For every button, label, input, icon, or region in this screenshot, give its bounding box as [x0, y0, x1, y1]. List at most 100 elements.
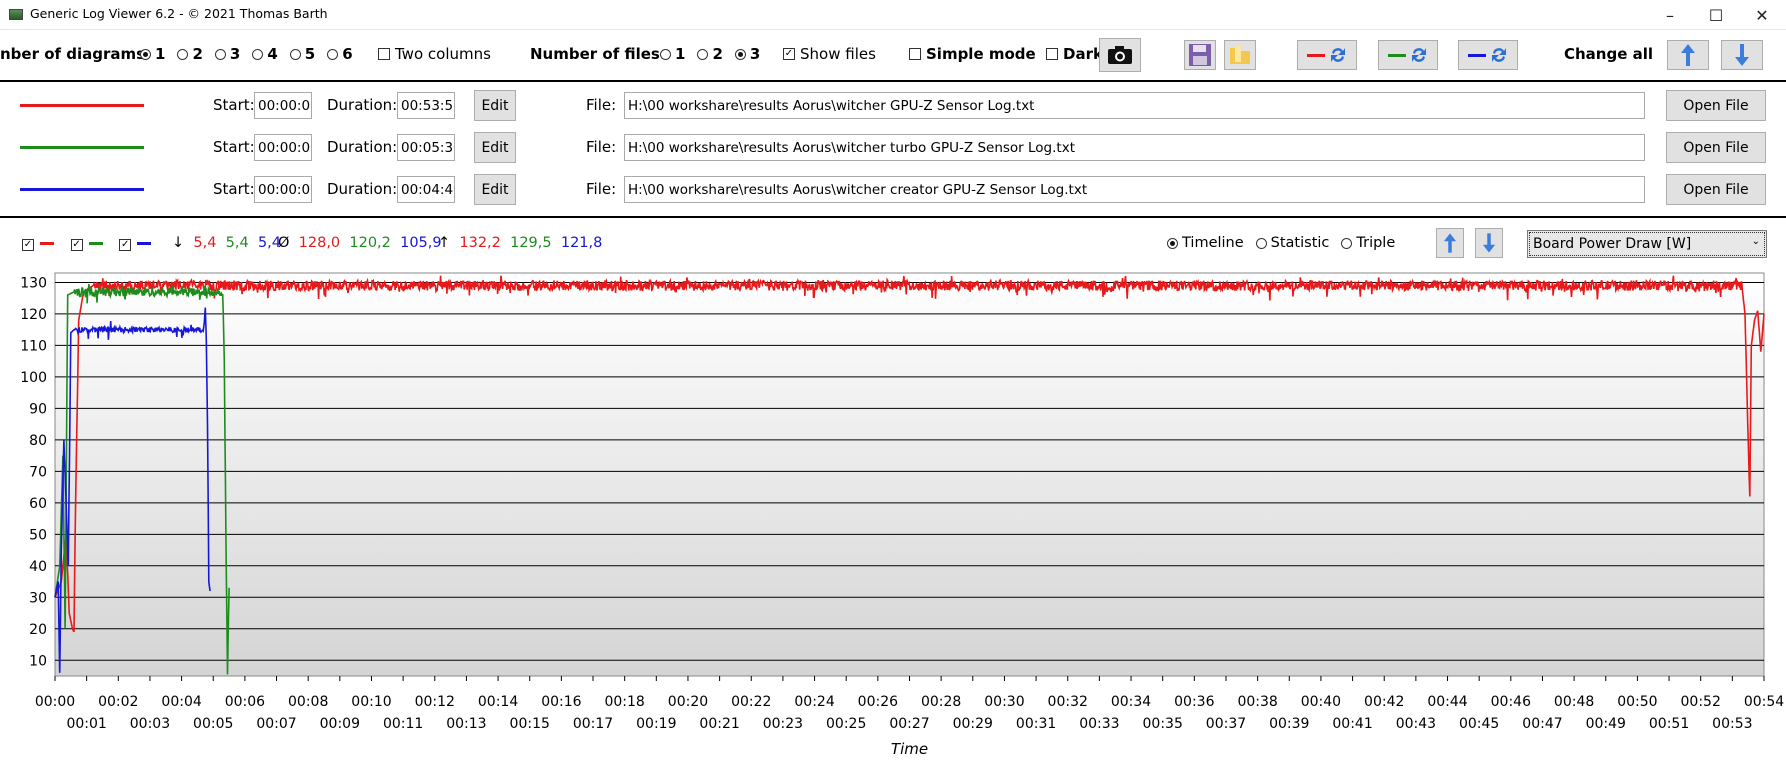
x-tick-label: 00:43: [1396, 716, 1436, 732]
sensor-select[interactable]: Board Power Draw [W] ⌄: [1527, 230, 1767, 258]
x-tick-label: 00:08: [288, 694, 328, 710]
x-tick-label: 00:44: [1427, 694, 1467, 710]
x-tick-label: 00:41: [1332, 716, 1372, 732]
avg-stats: Ø 128,0 120,2 105,9: [278, 235, 442, 251]
x-tick-label: 00:50: [1617, 694, 1657, 710]
max-green: 129,5: [510, 235, 552, 251]
edit-button[interactable]: Edit: [474, 90, 516, 121]
swap-red-button[interactable]: [1297, 40, 1357, 70]
avg-green: 120,2: [349, 235, 391, 251]
diagram-option-2[interactable]: 2: [177, 45, 203, 63]
red-legend-line: [40, 241, 54, 245]
statistic-option[interactable]: Statistic: [1255, 235, 1329, 251]
diagram-option-4[interactable]: 4: [252, 45, 278, 63]
min-red: 5,4: [193, 235, 217, 251]
duration-label: Duration:: [327, 138, 398, 156]
series-red-checkbox[interactable]: ✓: [22, 239, 34, 251]
file-option-1[interactable]: 1: [660, 45, 685, 63]
x-tick-label: 00:52: [1681, 694, 1721, 710]
red-line-icon: [1307, 53, 1325, 57]
arrow-up-icon: [1443, 233, 1457, 253]
folder-icon: [1230, 46, 1250, 64]
y-tick-label: 100: [20, 370, 47, 386]
dark-checkbox[interactable]: Dark: [1046, 45, 1103, 63]
open-file-button[interactable]: Open File: [1666, 132, 1766, 163]
x-tick-label: 00:29: [953, 716, 993, 732]
open-folder-button[interactable]: [1224, 40, 1256, 70]
start-field[interactable]: 00:00:00: [254, 134, 312, 161]
y-tick-label: 120: [20, 307, 47, 323]
start-field[interactable]: 00:00:00: [254, 92, 312, 119]
x-tick-label: 00:31: [1016, 716, 1056, 732]
y-tick-label: 50: [29, 527, 47, 543]
triple-option[interactable]: Triple: [1341, 235, 1395, 251]
move-up-button[interactable]: [1436, 228, 1464, 258]
x-tick-label: 00:21: [699, 716, 739, 732]
series-color-line: [20, 146, 144, 149]
move-up-all-button[interactable]: [1667, 40, 1709, 70]
open-file-button[interactable]: Open File: [1666, 90, 1766, 121]
x-tick-label: 00:28: [921, 694, 961, 710]
radio-icon: [734, 48, 746, 60]
chart-svg: 102030405060708090100110120130 00:00 00:0…: [20, 272, 1784, 758]
blue-legend-line: [137, 241, 152, 245]
file-label: File:: [586, 96, 617, 114]
radio-icon: [289, 48, 301, 60]
y-tick-label: 130: [20, 275, 47, 291]
stats-bar: ✓ ✓ ✓ ↓ 5,4 5,4 5,4 Ø 128,0 120,2 105,9 …: [0, 218, 1786, 268]
two-columns-checkbox[interactable]: Two columns: [378, 45, 491, 63]
swap-blue-button[interactable]: [1458, 40, 1518, 70]
x-tick-label: 00:54: [1744, 694, 1784, 710]
diagram-option-1[interactable]: 1: [140, 45, 165, 63]
x-tick-label: 00:02: [98, 694, 138, 710]
x-tick-label: 00:49: [1586, 716, 1626, 732]
x-tick-label: 00:17: [573, 716, 613, 732]
save-icon: [1189, 44, 1211, 66]
avg-red: 128,0: [298, 235, 341, 251]
duration-label: Duration:: [327, 180, 398, 198]
duration-field[interactable]: 00:05:30: [397, 134, 455, 161]
minimize-button[interactable]: –: [1647, 0, 1693, 30]
edit-button[interactable]: Edit: [474, 174, 516, 205]
maximize-button[interactable]: ☐: [1693, 0, 1739, 30]
diagram-option-5[interactable]: 5: [289, 45, 315, 63]
swap-green-button[interactable]: [1378, 40, 1438, 70]
simple-mode-checkbox[interactable]: Simple mode: [909, 45, 1036, 63]
file-path-field[interactable]: H:\00 workshare\results Aorus\witcher tu…: [624, 134, 1645, 161]
x-tick-label: 00:35: [1143, 716, 1183, 732]
screenshot-button[interactable]: [1099, 38, 1141, 72]
checkbox-checked-icon: ✓: [783, 48, 795, 60]
x-tick-label: 00:40: [1301, 694, 1341, 710]
diagram-option-6[interactable]: 6: [327, 45, 353, 63]
duration-field[interactable]: 00:04:49: [397, 176, 455, 203]
x-tick-label: 00:30: [984, 694, 1024, 710]
x-tick-label: 00:26: [858, 694, 898, 710]
open-file-button[interactable]: Open File: [1666, 174, 1766, 205]
close-button[interactable]: ✕: [1739, 0, 1785, 30]
diagram-option-3[interactable]: 3: [214, 45, 240, 63]
file-option-3[interactable]: 3: [734, 45, 760, 63]
move-down-button[interactable]: [1475, 228, 1503, 258]
move-down-all-button[interactable]: [1721, 40, 1763, 70]
x-tick-label: 00:33: [1079, 716, 1119, 732]
x-tick-label: 00:25: [826, 716, 866, 732]
duration-field[interactable]: 00:53:58: [397, 92, 455, 119]
y-tick-label: 40: [29, 559, 47, 575]
save-button[interactable]: [1184, 40, 1216, 70]
start-field[interactable]: 00:00:00: [254, 176, 312, 203]
edit-button[interactable]: Edit: [474, 132, 516, 163]
file-path-field[interactable]: H:\00 workshare\results Aorus\witcher cr…: [624, 176, 1645, 203]
x-axis-ticks: 00:00 00:02 00:04 00:06 00:08 00:10 00:12 00:14…: [35, 676, 1784, 732]
show-files-checkbox[interactable]: ✓ Show files: [783, 45, 876, 63]
start-label: Start:: [213, 96, 255, 114]
x-tick-label: 00:46: [1491, 694, 1531, 710]
timeline-option[interactable]: Timeline: [1167, 235, 1244, 251]
x-tick-label: 00:18: [604, 694, 644, 710]
series-blue-checkbox[interactable]: ✓: [119, 239, 132, 251]
min-green: 5,4: [225, 235, 249, 251]
file-path-field[interactable]: H:\00 workshare\results Aorus\witcher GP…: [624, 92, 1645, 119]
file-row: Start: 00:00:00 Duration: 00:53:58 Edit …: [0, 90, 1786, 122]
series-green-checkbox[interactable]: ✓: [70, 239, 83, 251]
file-option-2[interactable]: 2: [697, 45, 723, 63]
x-tick-label: 00:48: [1554, 694, 1594, 710]
